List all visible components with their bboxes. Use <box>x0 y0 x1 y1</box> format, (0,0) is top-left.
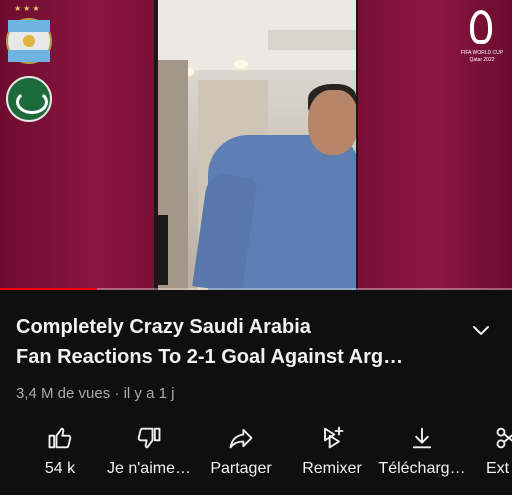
video-frame <box>158 0 358 290</box>
download-icon <box>412 427 432 449</box>
stars-icon: ★★★ <box>14 4 42 13</box>
progress-fill <box>0 288 98 290</box>
view-count: 3,4 M de vues <box>16 385 111 402</box>
video-title-line1: Completely Crazy Saudi Arabia <box>16 316 311 338</box>
remix-button[interactable]: Remixer <box>296 424 368 484</box>
video-title-line2: Fan Reactions To 2-1 Goal Against Arg… <box>16 346 404 368</box>
world-cup-logo-icon: FIFA WORLD CUP Qatar 2022 <box>458 10 506 74</box>
upload-age: il y a 1 j <box>123 385 175 402</box>
argentina-crest-icon <box>6 18 52 64</box>
remix-label: Remixer <box>302 460 362 477</box>
world-cup-logo-text: FIFA WORLD CUP <box>460 50 504 56</box>
thumbs-up-icon <box>48 427 72 449</box>
download-button[interactable]: Télécharg… <box>374 424 470 484</box>
saudi-arabia-crest-icon <box>6 76 52 122</box>
share-label: Partager <box>210 460 272 477</box>
thumbs-down-icon <box>137 427 161 449</box>
remix-icon <box>324 426 344 449</box>
scissors-icon <box>496 427 512 449</box>
download-label: Télécharg… <box>378 460 466 477</box>
clip-button[interactable]: Ext <box>486 424 512 484</box>
chevron-down-icon[interactable] <box>469 318 493 342</box>
video-player[interactable]: ★★★ FIFA WORLD CUP Qatar 2022 <box>0 0 512 290</box>
progress-bar[interactable] <box>0 288 512 290</box>
action-bar: 54 k Je n'aime… Partager Remixer Télécha… <box>0 424 512 484</box>
video-meta: 3,4 M de vues · il y a 1 j <box>16 385 175 402</box>
world-cup-logo-subtext: Qatar 2022 <box>469 57 495 63</box>
video-title[interactable]: Completely Crazy Saudi Arabia Fan Reacti… <box>16 312 456 372</box>
share-icon <box>229 428 253 449</box>
clip-label: Ext <box>486 460 510 477</box>
like-count: 54 k <box>44 460 76 477</box>
left-banner-panel: ★★★ <box>0 0 158 290</box>
share-button[interactable]: Partager <box>202 424 280 484</box>
like-button[interactable]: 54 k <box>38 424 82 484</box>
dislike-label: Je n'aime… <box>107 460 191 477</box>
dislike-button[interactable]: Je n'aime… <box>100 424 198 484</box>
